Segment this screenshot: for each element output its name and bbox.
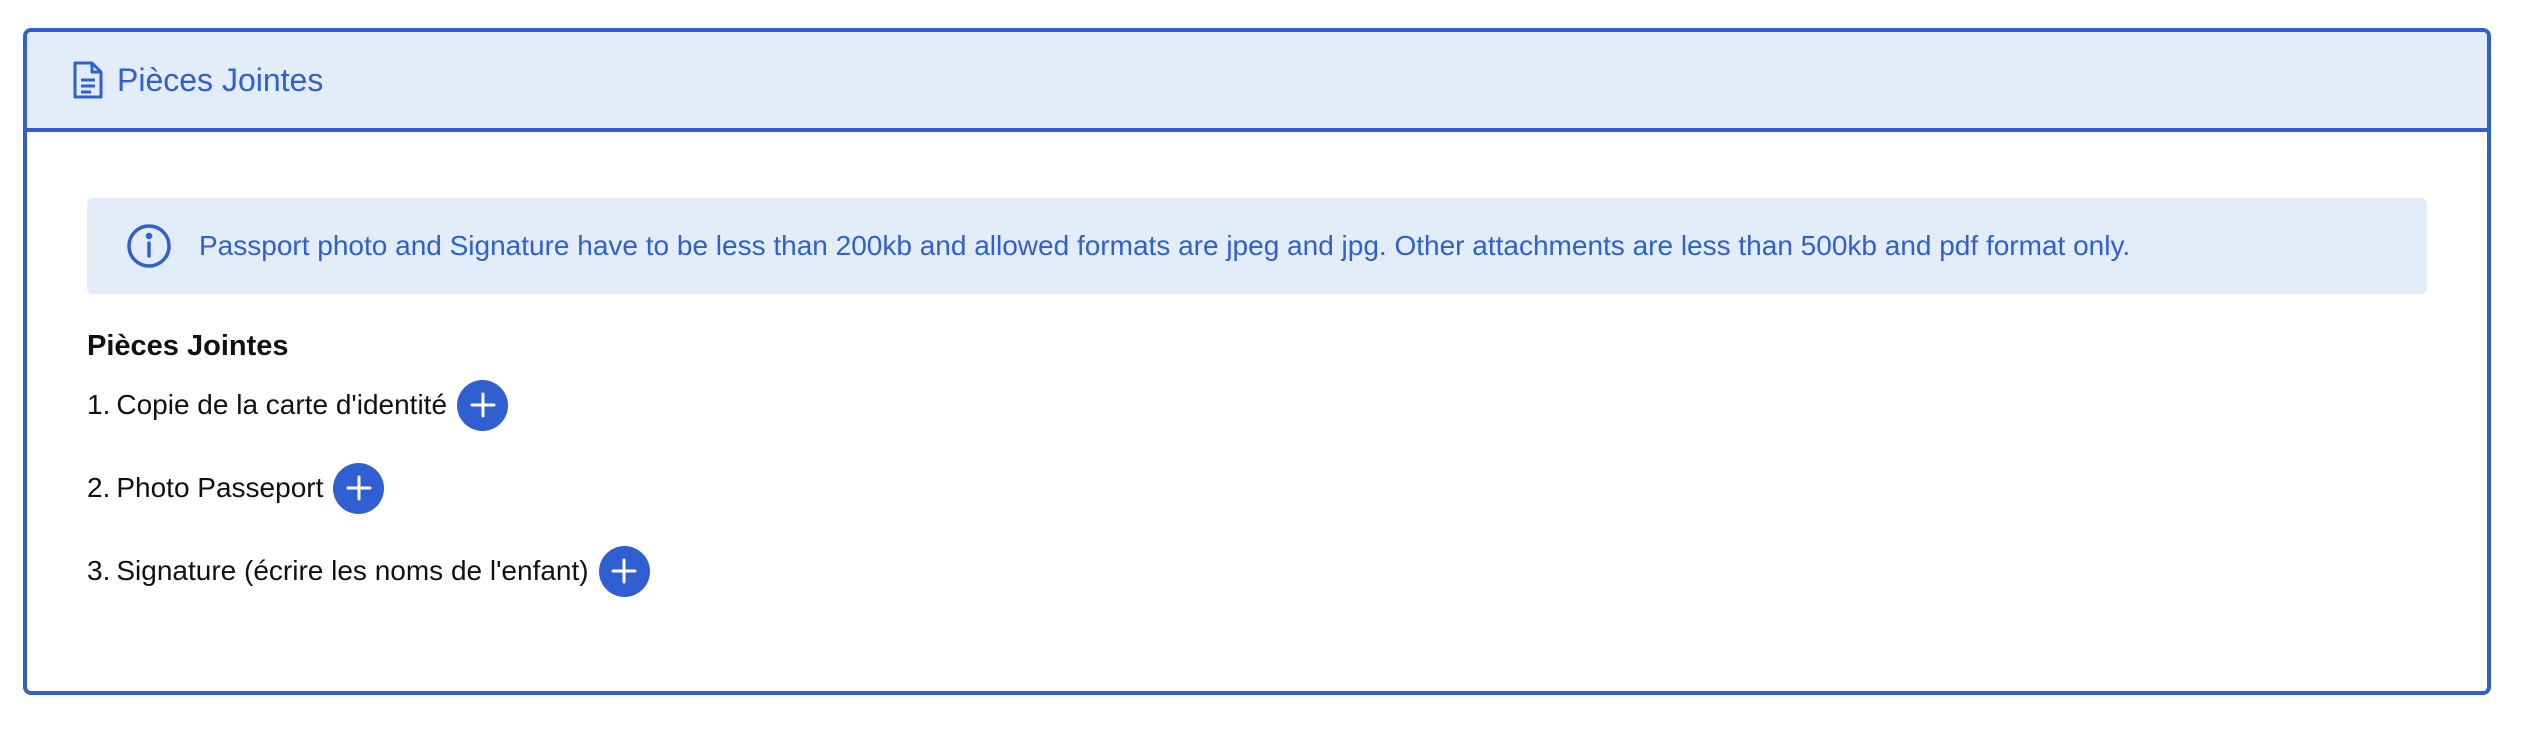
- attachment-number: 2.: [87, 472, 111, 503]
- add-passport-photo-button[interactable]: [333, 462, 385, 514]
- card-body: Passport photo and Signature have to be …: [27, 198, 2487, 597]
- attachment-label: Photo Passeport: [116, 472, 324, 503]
- plus-icon: [346, 475, 372, 501]
- document-icon: [71, 60, 105, 100]
- add-id-card-button[interactable]: [457, 379, 509, 431]
- attachments-section-title: Pièces Jointes: [87, 330, 289, 362]
- attachment-item-id-card: 1. Copie de la carte d'identité: [87, 379, 2427, 431]
- info-text: Passport photo and Signature have to be …: [199, 230, 2131, 261]
- card-header: Pièces Jointes: [27, 32, 2487, 132]
- info-icon: [125, 222, 173, 270]
- attachments-list: 1. Copie de la carte d'identité 2. Photo…: [87, 379, 2427, 597]
- plus-icon: [470, 392, 496, 418]
- attachment-number: 3.: [87, 555, 111, 586]
- plus-icon: [611, 558, 637, 584]
- add-signature-button[interactable]: [598, 545, 650, 597]
- attachments-card: Pièces Jointes Passport photo and Signat…: [23, 28, 2491, 695]
- card-title: Pièces Jointes: [117, 61, 324, 98]
- attachment-item-passport-photo: 2. Photo Passeport: [87, 462, 2427, 514]
- attachment-label: Signature (écrire les noms de l'enfant): [116, 555, 589, 586]
- info-alert: Passport photo and Signature have to be …: [87, 198, 2427, 294]
- attachment-number: 1.: [87, 389, 111, 420]
- attachment-item-signature: 3. Signature (écrire les noms de l'enfan…: [87, 545, 2427, 597]
- attachment-label: Copie de la carte d'identité: [116, 389, 448, 420]
